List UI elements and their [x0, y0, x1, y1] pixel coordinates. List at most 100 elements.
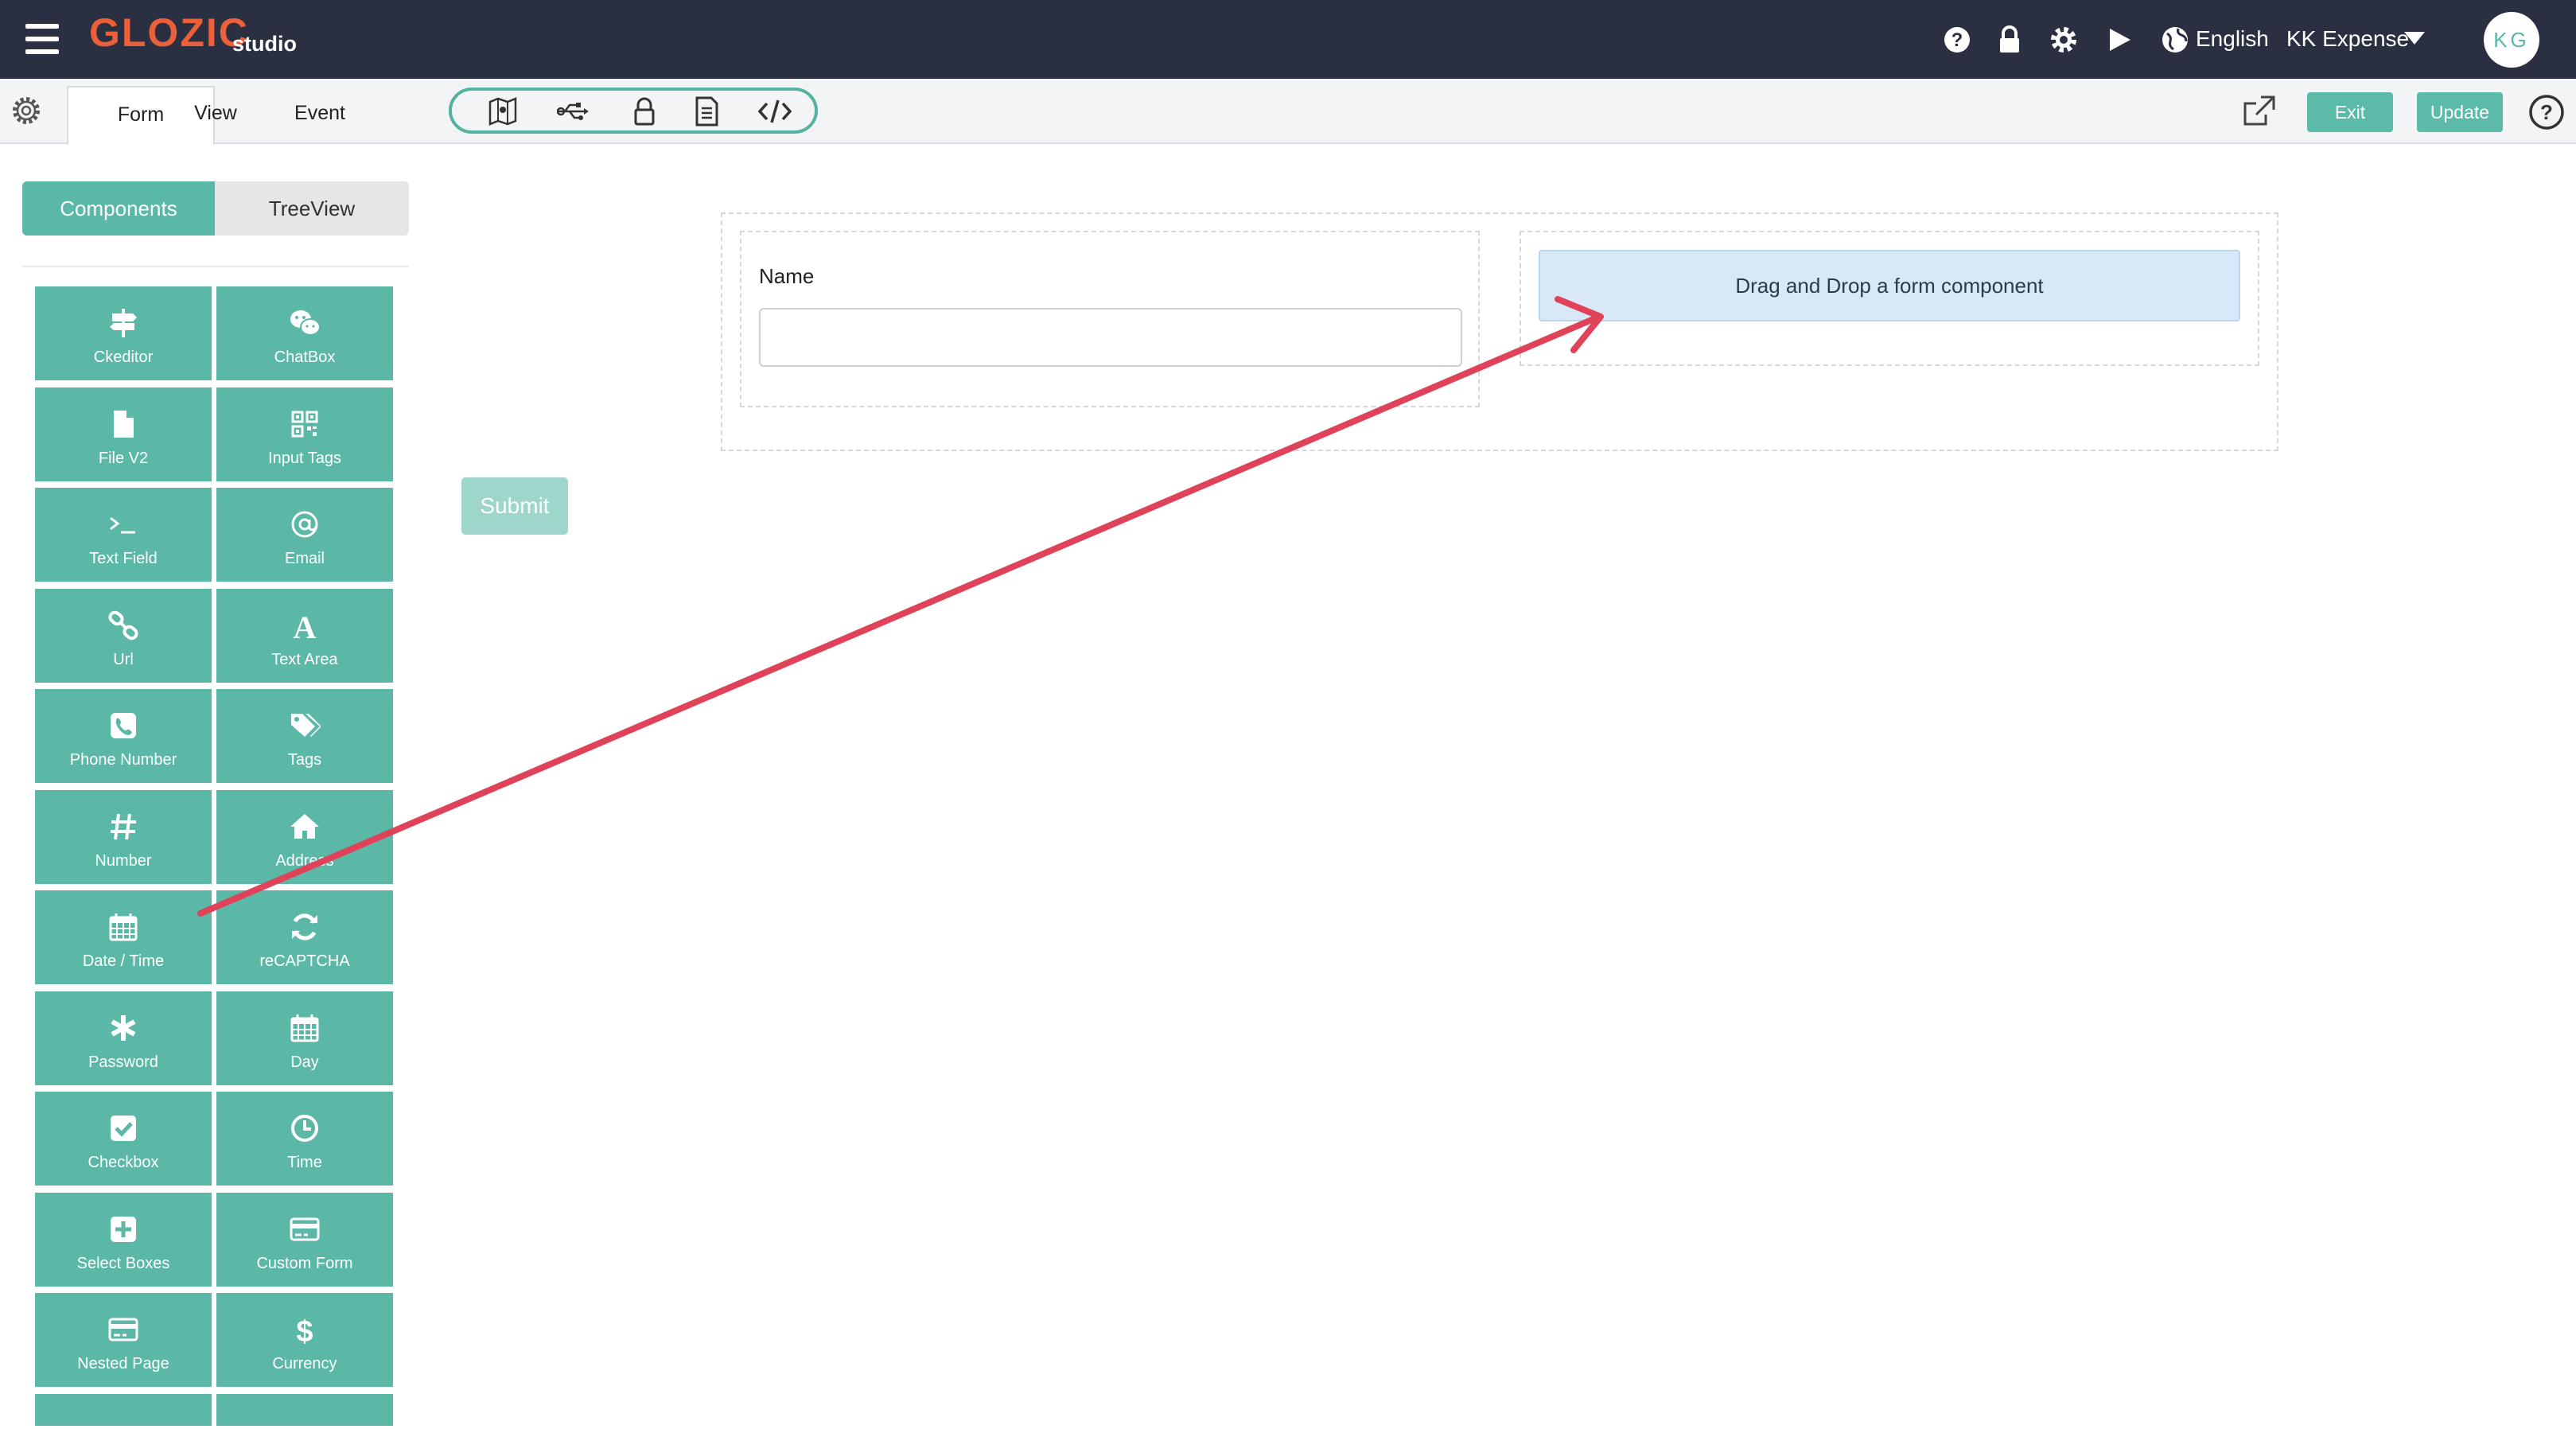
component-partial-tile[interactable] [216, 1393, 393, 1426]
exit-button[interactable]: Exit [2307, 92, 2393, 132]
component-label: Phone Number [69, 751, 177, 769]
component-number[interactable]: Number [35, 789, 212, 884]
svg-text:$: $ [296, 1315, 313, 1345]
user-avatar[interactable]: KG [2484, 12, 2539, 68]
component-label: Time [287, 1154, 322, 1171]
update-button[interactable]: Update [2417, 92, 2503, 132]
component-label: Text Area [271, 650, 338, 668]
lock-icon[interactable] [1994, 24, 2025, 56]
play-icon[interactable] [2103, 24, 2135, 56]
component-file-v2[interactable]: File V2 [35, 387, 212, 481]
panel-divider [22, 266, 409, 267]
component-label: Ckeditor [93, 348, 154, 366]
gear-icon[interactable] [2048, 24, 2080, 56]
credit-card-icon [107, 1314, 139, 1345]
settings-gear-icon[interactable] [10, 94, 43, 127]
name-input[interactable] [759, 308, 1462, 367]
component-label: Checkbox [88, 1154, 159, 1171]
calendar-icon [107, 911, 139, 943]
link-icon [107, 609, 139, 641]
globe-icon[interactable] [2159, 24, 2191, 56]
component-currency[interactable]: $ Currency [216, 1293, 393, 1387]
terminal-icon [107, 508, 139, 540]
asterisk-icon [107, 1012, 139, 1044]
component-label: Email [284, 550, 325, 567]
component-label: Nested Page [77, 1355, 169, 1373]
component-checkbox[interactable]: Checkbox [35, 1092, 212, 1186]
component-email[interactable]: Email [216, 488, 393, 582]
component-label: reCAPTCHA [259, 952, 350, 970]
at-icon [289, 508, 321, 540]
component-address[interactable]: Address [216, 789, 393, 884]
app-logo[interactable]: GLOZIC [89, 10, 249, 56]
component-input-tags[interactable]: Input Tags [216, 387, 393, 481]
qrcode-icon [289, 408, 321, 440]
component-label: Currency [272, 1355, 337, 1373]
component-text-field[interactable]: Text Field [35, 488, 212, 582]
component-tags[interactable]: Tags [216, 689, 393, 783]
component-label: Day [290, 1053, 319, 1071]
plus-square-icon [107, 1213, 139, 1245]
tab-view[interactable]: View [181, 86, 250, 143]
calendar-icon [289, 1012, 321, 1044]
usb-icon[interactable] [557, 95, 589, 127]
component-partial-tile[interactable] [35, 1393, 212, 1426]
component-label: Input Tags [268, 449, 341, 467]
help-icon[interactable]: ? [1941, 24, 1973, 56]
language-selector[interactable]: English [2196, 26, 2269, 52]
help-circle-icon[interactable]: ? [2528, 94, 2565, 130]
svg-text:A: A [294, 609, 317, 641]
component-label: Date / Time [82, 952, 165, 970]
component-label: Password [88, 1053, 158, 1071]
wechat-icon [289, 307, 321, 339]
component-select-boxes[interactable]: Select Boxes [35, 1192, 212, 1287]
component-label: Url [113, 650, 134, 668]
code-icon[interactable] [757, 95, 792, 127]
hash-icon [107, 811, 139, 843]
project-selector[interactable]: KK Expense [2286, 26, 2409, 52]
component-custom-form[interactable]: Custom Form [216, 1192, 393, 1287]
tab-treeview[interactable]: TreeView [215, 181, 409, 236]
component-date-time[interactable]: Date / Time [35, 890, 212, 984]
component-phone-number[interactable]: Phone Number [35, 689, 212, 783]
menu-icon[interactable] [25, 24, 59, 54]
submit-button[interactable]: Submit [461, 477, 568, 535]
dollar-icon: $ [289, 1314, 321, 1345]
component-text-area[interactable]: A Text Area [216, 588, 393, 683]
home-icon [289, 811, 321, 843]
drop-zone[interactable]: Drag and Drop a form component [1539, 250, 2240, 321]
tab-event[interactable]: Event [282, 86, 358, 143]
caret-down-icon[interactable] [2403, 29, 2434, 60]
component-day[interactable]: Day [216, 991, 393, 1085]
tags-icon [289, 710, 321, 742]
component-url[interactable]: Url [35, 588, 212, 683]
component-label: Select Boxes [76, 1254, 170, 1272]
component-nested-page[interactable]: Nested Page [35, 1293, 212, 1387]
clock-icon [289, 1112, 321, 1144]
component-time[interactable]: Time [216, 1092, 393, 1186]
component-label: Address [275, 851, 334, 870]
component-label: ChatBox [274, 348, 336, 366]
tab-components[interactable]: Components [22, 181, 215, 236]
form-toolbar [0, 79, 2576, 144]
lock-icon[interactable] [628, 95, 660, 127]
component-ckeditor[interactable]: Ckeditor [35, 286, 212, 380]
component-label: Custom Form [256, 1254, 353, 1272]
phone-icon [107, 710, 139, 742]
credit-card-icon [289, 1213, 321, 1245]
app-logo-subtitle: studio [232, 32, 297, 56]
name-field-label: Name [759, 264, 815, 288]
refresh-icon [289, 911, 321, 943]
component-chatbox[interactable]: ChatBox [216, 286, 393, 380]
signpost-icon [107, 307, 139, 339]
component-recaptcha[interactable]: reCAPTCHA [216, 890, 393, 984]
component-label: Text Field [89, 550, 158, 567]
map-icon[interactable] [487, 95, 519, 127]
font-icon: A [289, 609, 321, 641]
file-icon [107, 408, 139, 440]
document-icon[interactable] [691, 95, 722, 127]
component-password[interactable]: Password [35, 991, 212, 1085]
svg-text:?: ? [1951, 29, 1963, 51]
component-label: Number [95, 851, 152, 870]
external-link-icon[interactable] [2242, 94, 2277, 129]
